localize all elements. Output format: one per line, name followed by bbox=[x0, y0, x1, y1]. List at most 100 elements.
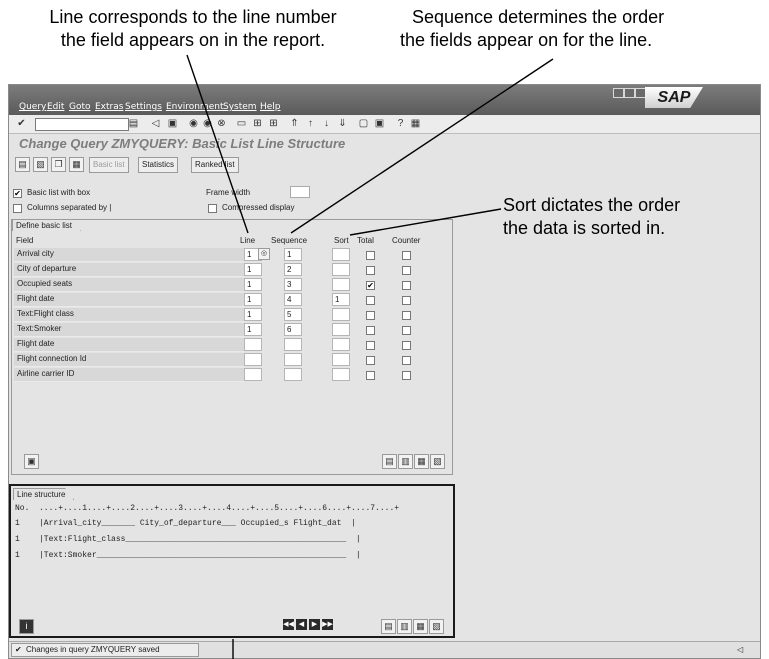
basic-list-button[interactable]: Basic list bbox=[89, 157, 129, 173]
total-checkbox[interactable] bbox=[366, 266, 375, 275]
sequence-cell[interactable]: 5 bbox=[284, 308, 302, 321]
deselect-all-icon[interactable]: ▥ bbox=[397, 619, 412, 634]
print-icon[interactable]: ▭ bbox=[235, 117, 248, 130]
sort-cell[interactable] bbox=[332, 353, 350, 366]
menu-environment[interactable]: Environment bbox=[166, 102, 223, 112]
counter-checkbox[interactable] bbox=[402, 356, 411, 365]
exit-icon[interactable]: ◉ bbox=[201, 117, 214, 130]
sort-cell[interactable] bbox=[332, 323, 350, 336]
find-icon[interactable]: ⊞ bbox=[251, 117, 264, 130]
first-page-icon[interactable]: ⇑ bbox=[288, 117, 301, 130]
menu-settings[interactable]: Settings bbox=[125, 102, 162, 112]
back-icon[interactable]: ◉ bbox=[187, 117, 200, 130]
sequence-cell[interactable]: 1 bbox=[284, 248, 302, 261]
cancel-icon[interactable]: ⊗ bbox=[215, 117, 228, 130]
last-page-button[interactable]: ▶▶ bbox=[322, 619, 333, 630]
total-checkbox[interactable] bbox=[366, 326, 375, 335]
total-checkbox[interactable] bbox=[366, 371, 375, 380]
minimize-icon[interactable] bbox=[613, 88, 624, 98]
total-checkbox[interactable]: ✔ bbox=[366, 281, 375, 290]
preview-icon[interactable]: ▧ bbox=[33, 157, 48, 172]
previous-page-button[interactable]: ◀ bbox=[296, 619, 307, 630]
counter-checkbox[interactable] bbox=[402, 251, 411, 260]
menu-query[interactable]: Query bbox=[19, 102, 46, 112]
info-icon[interactable]: i bbox=[19, 619, 34, 634]
ranked-list-button[interactable]: Ranked list bbox=[191, 157, 239, 173]
counter-checkbox[interactable] bbox=[402, 266, 411, 275]
copy-icon[interactable]: ❐ bbox=[51, 157, 66, 172]
move-down-icon[interactable]: ▧ bbox=[430, 454, 445, 469]
sort-cell[interactable]: 1 bbox=[332, 293, 350, 306]
statistics-button[interactable]: Statistics bbox=[138, 157, 179, 173]
value-help-icon[interactable]: ◎ bbox=[258, 248, 270, 260]
sequence-cell[interactable]: 6 bbox=[284, 323, 302, 336]
sort-cell[interactable] bbox=[332, 338, 350, 351]
total-checkbox[interactable] bbox=[366, 356, 375, 365]
layout-icon[interactable]: ▦ bbox=[409, 117, 422, 130]
sort-cell[interactable] bbox=[332, 368, 350, 381]
back-arrow-icon[interactable]: ◁ bbox=[149, 117, 162, 130]
maximize-icon[interactable] bbox=[624, 88, 635, 98]
counter-checkbox[interactable] bbox=[402, 311, 411, 320]
line-cell[interactable]: 1 bbox=[244, 278, 262, 291]
move-up-icon[interactable]: ▦ bbox=[413, 619, 428, 634]
save-icon[interactable]: ▣ bbox=[166, 117, 179, 130]
command-field[interactable] bbox=[35, 118, 129, 131]
counter-checkbox[interactable] bbox=[402, 296, 411, 305]
total-checkbox[interactable] bbox=[366, 296, 375, 305]
menu-goto[interactable]: Goto bbox=[69, 102, 91, 112]
move-up-icon[interactable]: ▦ bbox=[414, 454, 429, 469]
move-down-icon[interactable]: ▧ bbox=[429, 619, 444, 634]
menu-edit[interactable]: Edit bbox=[47, 102, 64, 112]
sort-cell[interactable] bbox=[332, 308, 350, 321]
help-icon[interactable]: ? bbox=[394, 117, 407, 130]
new-session-icon[interactable]: ▢ bbox=[357, 117, 370, 130]
select-all-icon[interactable]: ▤ bbox=[381, 619, 396, 634]
counter-checkbox[interactable] bbox=[402, 341, 411, 350]
basic-list-with-box-checkbox[interactable]: ✔ bbox=[13, 189, 22, 198]
sort-cell[interactable] bbox=[332, 263, 350, 276]
next-page-icon[interactable]: ↓ bbox=[320, 117, 333, 130]
sequence-cell[interactable]: 4 bbox=[284, 293, 302, 306]
compressed-display-checkbox[interactable] bbox=[208, 204, 217, 213]
line-cell[interactable]: 1 bbox=[244, 263, 262, 276]
line-cell[interactable] bbox=[244, 368, 262, 381]
line-cell[interactable]: 1 bbox=[244, 308, 262, 321]
history-icon[interactable]: ▤ bbox=[127, 117, 140, 130]
sequence-cell[interactable]: 3 bbox=[284, 278, 302, 291]
sequence-cell[interactable]: 2 bbox=[284, 263, 302, 276]
shortcut-icon[interactable]: ▣ bbox=[373, 117, 386, 130]
list-settings-icon[interactable]: ▣ bbox=[24, 454, 39, 469]
menu-extras[interactable]: Extras bbox=[95, 102, 123, 112]
counter-checkbox[interactable] bbox=[402, 281, 411, 290]
sort-cell[interactable] bbox=[332, 248, 350, 261]
close-icon[interactable] bbox=[635, 88, 646, 98]
find-next-icon[interactable]: ⊞ bbox=[267, 117, 280, 130]
previous-page-icon[interactable]: ↑ bbox=[304, 117, 317, 130]
last-page-icon[interactable]: ⇓ bbox=[336, 117, 349, 130]
total-checkbox[interactable] bbox=[366, 251, 375, 260]
total-checkbox[interactable] bbox=[366, 341, 375, 350]
line-cell[interactable]: 1 bbox=[244, 323, 262, 336]
sort-cell[interactable] bbox=[332, 278, 350, 291]
next-page-button[interactable]: ▶ bbox=[309, 619, 320, 630]
line-cell[interactable] bbox=[244, 338, 262, 351]
document-icon[interactable]: ▤ bbox=[15, 157, 30, 172]
counter-checkbox[interactable] bbox=[402, 371, 411, 380]
columns-separated-checkbox[interactable] bbox=[13, 204, 22, 213]
status-arrow-icon[interactable]: ◁ bbox=[737, 645, 743, 654]
sequence-cell[interactable] bbox=[284, 338, 302, 351]
menu-system[interactable]: System bbox=[223, 102, 257, 112]
frame-width-field[interactable] bbox=[290, 186, 310, 198]
menu-help[interactable]: Help bbox=[260, 102, 281, 112]
line-cell[interactable] bbox=[244, 353, 262, 366]
sequence-cell[interactable] bbox=[284, 368, 302, 381]
table-icon[interactable]: ▦ bbox=[69, 157, 84, 172]
total-checkbox[interactable] bbox=[366, 311, 375, 320]
select-all-icon[interactable]: ▤ bbox=[382, 454, 397, 469]
counter-checkbox[interactable] bbox=[402, 326, 411, 335]
first-page-button[interactable]: ◀◀ bbox=[283, 619, 294, 630]
sequence-cell[interactable] bbox=[284, 353, 302, 366]
enter-icon[interactable]: ✔ bbox=[15, 117, 28, 130]
line-cell[interactable]: 1 bbox=[244, 293, 262, 306]
